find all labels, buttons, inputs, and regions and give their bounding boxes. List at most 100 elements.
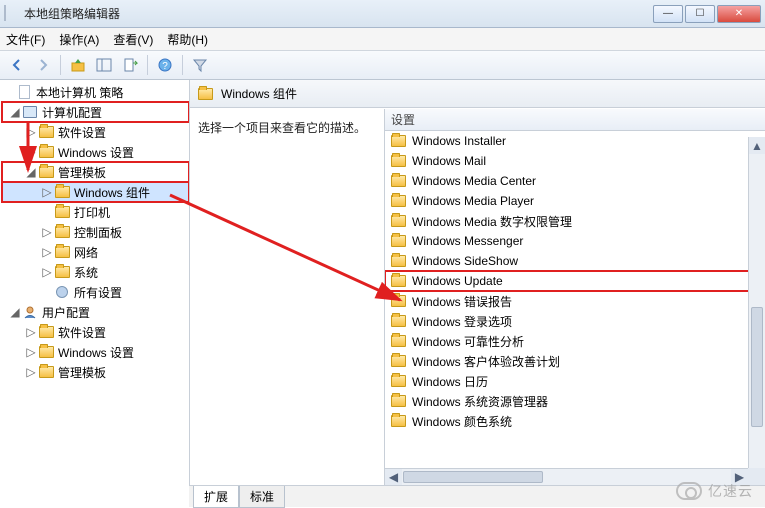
content-body: 选择一个项目来查看它的描述。 设置 Windows InstallerWindo… [190,108,765,507]
tree-network[interactable]: ▷ 网络 [2,242,189,262]
scroll-up-icon[interactable]: ▲ [749,137,765,154]
list-item[interactable]: Windows Update [385,271,765,291]
list-item-label: Windows 错误报告 [412,293,512,310]
list-body: Windows Installer Windows Mail Windows Med… [385,131,765,507]
tree-printers[interactable]: 打印机 [2,202,189,222]
tree-label: 软件设置 [58,124,106,141]
list-item[interactable]: Windows Media 数字权限管理 [385,211,765,231]
list-item-label: Windows 客户体验改善计划 [412,353,560,370]
watermark: 亿速云 [676,481,753,501]
menu-action[interactable]: 操作(A) [59,31,99,48]
tree-label: 软件设置 [58,324,106,341]
list-item-label: Windows Mail [412,154,486,168]
maximize-button[interactable]: ☐ [685,5,715,23]
tree-root-label: 本地计算机 策略 [36,84,123,101]
tree-user-config[interactable]: ◢ 用户配置 [2,302,189,322]
list-item[interactable]: Windows 颜色系统 [385,411,765,431]
list-pane: 设置 Windows InstallerWindows MailWindows … [385,109,765,507]
gear-icon [54,284,70,300]
list-item[interactable]: Windows 登录选项 [385,311,765,331]
list-item-label: Windows Media Player [412,194,534,208]
folder-icon [391,335,406,347]
tree-u-software-settings[interactable]: ▷ 软件设置 [2,322,189,342]
vertical-scrollbar[interactable]: ▲ ▼ [748,137,765,485]
tree-label: Windows 组件 [74,184,150,201]
toolbar: ? [0,50,765,80]
tree-label: 系统 [74,264,98,281]
scroll-left-icon[interactable]: ◀ [385,469,402,485]
list-item-label: Windows 日历 [412,373,488,390]
list-item[interactable]: Windows SideShow [385,251,765,271]
folder-icon [391,415,406,427]
folder-icon [391,375,406,387]
main-split: 本地计算机 策略 ◢ 计算机配置 ▷ 软件设置 ▷ Windows 设置 ◢ 管… [0,80,765,507]
content-header: Windows 组件 [190,80,765,108]
folder-icon [54,244,70,260]
tree-system[interactable]: ▷ 系统 [2,262,189,282]
menu-bar: 文件(F) 操作(A) 查看(V) 帮助(H) [0,28,765,50]
folder-icon [391,135,406,147]
list-item[interactable]: Windows 可靠性分析 [385,331,765,351]
list-item-label: Windows Media Center [412,174,536,188]
list-item[interactable]: Windows Messenger [385,231,765,251]
list-item[interactable]: Windows 客户体验改善计划 [385,351,765,371]
folder-icon [38,324,54,340]
tree-label: 打印机 [74,204,110,221]
list-item[interactable]: Windows Mail [385,151,765,171]
filter-button[interactable] [189,54,211,76]
scroll-thumb[interactable] [403,471,543,483]
tree-u-admin-templates[interactable]: ▷ 管理模板 [2,362,189,382]
menu-view[interactable]: 查看(V) [113,31,153,48]
close-button[interactable]: ✕ [717,5,761,23]
back-button[interactable] [6,54,28,76]
menu-help[interactable]: 帮助(H) [167,31,208,48]
tree-u-windows-settings[interactable]: ▷ Windows 设置 [2,342,189,362]
scroll-thumb[interactable] [751,307,763,427]
list-item[interactable]: Windows Media Center [385,171,765,191]
content-title: Windows 组件 [221,85,297,102]
folder-icon [38,164,54,180]
list-item-label: Windows Messenger [412,234,523,248]
description-text: 选择一个项目来查看它的描述。 [198,121,366,135]
folder-icon [38,124,54,140]
tree-all-settings[interactable]: 所有设置 [2,282,189,302]
tree-software-settings[interactable]: ▷ 软件设置 [2,122,189,142]
tree-admin-templates[interactable]: ◢ 管理模板 [2,162,189,182]
up-button[interactable] [67,54,89,76]
tree-root[interactable]: 本地计算机 策略 [2,82,189,102]
minimize-button[interactable]: — [653,5,683,23]
tree-pane: 本地计算机 策略 ◢ 计算机配置 ▷ 软件设置 ▷ Windows 设置 ◢ 管… [0,80,190,507]
content-pane: Windows 组件 选择一个项目来查看它的描述。 设置 Windows Ins… [190,80,765,507]
user-icon [22,304,38,320]
folder-icon [38,364,54,380]
list-item[interactable]: Windows 日历 [385,371,765,391]
tree-windows-components[interactable]: ▷ Windows 组件 [2,182,189,202]
list-column-header[interactable]: 设置 [385,109,765,131]
tree-label: Windows 设置 [58,344,134,361]
tree-label: 管理模板 [58,164,106,181]
tree-computer-config[interactable]: ◢ 计算机配置 [2,102,189,122]
folder-icon [38,344,54,360]
forward-button[interactable] [32,54,54,76]
list-item-label: Windows SideShow [412,254,518,268]
tab-extended[interactable]: 扩展 [193,486,239,508]
list-item-label: Windows 颜色系统 [412,413,512,430]
computer-icon [22,104,38,120]
tree-label: 用户配置 [42,304,90,321]
list-item[interactable]: Windows 系统资源管理器 [385,391,765,411]
window-title: 本地组策略编辑器 [24,5,653,22]
help-button[interactable]: ? [154,54,176,76]
tree-windows-settings[interactable]: ▷ Windows 设置 [2,142,189,162]
list-item[interactable]: Windows Installer [385,131,765,151]
list-item[interactable]: Windows Media Player [385,191,765,211]
watermark-text: 亿速云 [708,481,753,501]
tab-standard[interactable]: 标准 [239,486,285,508]
tree-control-panel[interactable]: ▷ 控制面板 [2,222,189,242]
tree-computer-config-label: 计算机配置 [42,104,102,121]
show-hide-tree-button[interactable] [93,54,115,76]
list-item-label: Windows Installer [412,134,506,148]
window-controls: — ☐ ✕ [653,5,761,23]
list-item[interactable]: Windows 错误报告 [385,291,765,311]
export-button[interactable] [119,54,141,76]
menu-file[interactable]: 文件(F) [6,31,45,48]
